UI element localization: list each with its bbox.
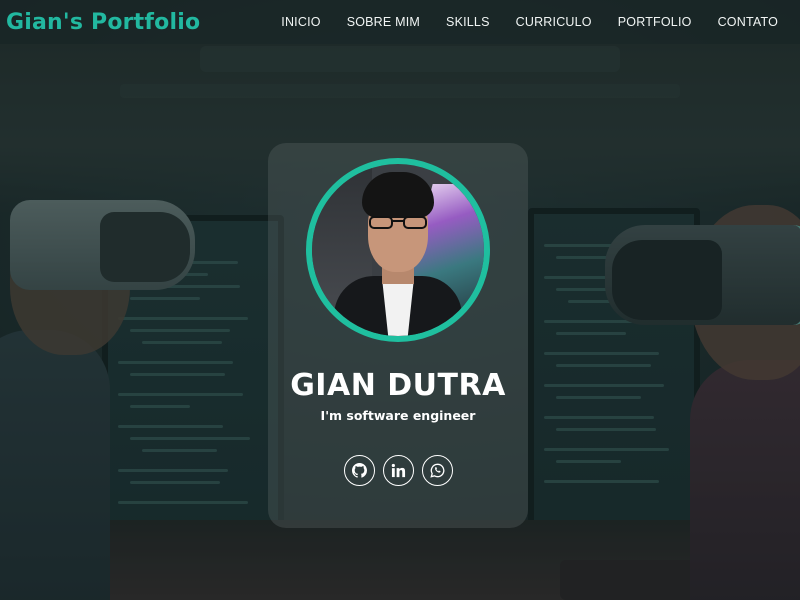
- nav-item-curriculo[interactable]: CURRICULO: [516, 15, 592, 29]
- github-link[interactable]: [344, 455, 375, 486]
- hero-name: GIAN DUTRA: [290, 368, 506, 403]
- avatar-glasses: [369, 216, 427, 229]
- whatsapp-icon: [430, 463, 445, 478]
- nav-item-inicio[interactable]: INICIO: [281, 15, 320, 29]
- profile-avatar: [306, 158, 490, 342]
- linkedin-icon: [391, 463, 406, 478]
- nav-links: INICIO SOBRE MIM SKILLS CURRICULO PORTFO…: [281, 15, 778, 29]
- brand-logo[interactable]: Gian's Portfolio: [6, 10, 200, 35]
- nav-item-contato[interactable]: CONTATO: [718, 15, 778, 29]
- avatar-hair: [362, 172, 434, 218]
- social-links: [344, 455, 453, 486]
- navbar: Gian's Portfolio INICIO SOBRE MIM SKILLS…: [0, 0, 800, 44]
- github-icon: [352, 463, 367, 478]
- hero-subtitle: I'm software engineer: [320, 408, 476, 423]
- whatsapp-link[interactable]: [422, 455, 453, 486]
- nav-item-skills[interactable]: SKILLS: [446, 15, 490, 29]
- nav-item-sobre-mim[interactable]: SOBRE MIM: [347, 15, 420, 29]
- linkedin-link[interactable]: [383, 455, 414, 486]
- nav-item-portfolio[interactable]: PORTFOLIO: [618, 15, 692, 29]
